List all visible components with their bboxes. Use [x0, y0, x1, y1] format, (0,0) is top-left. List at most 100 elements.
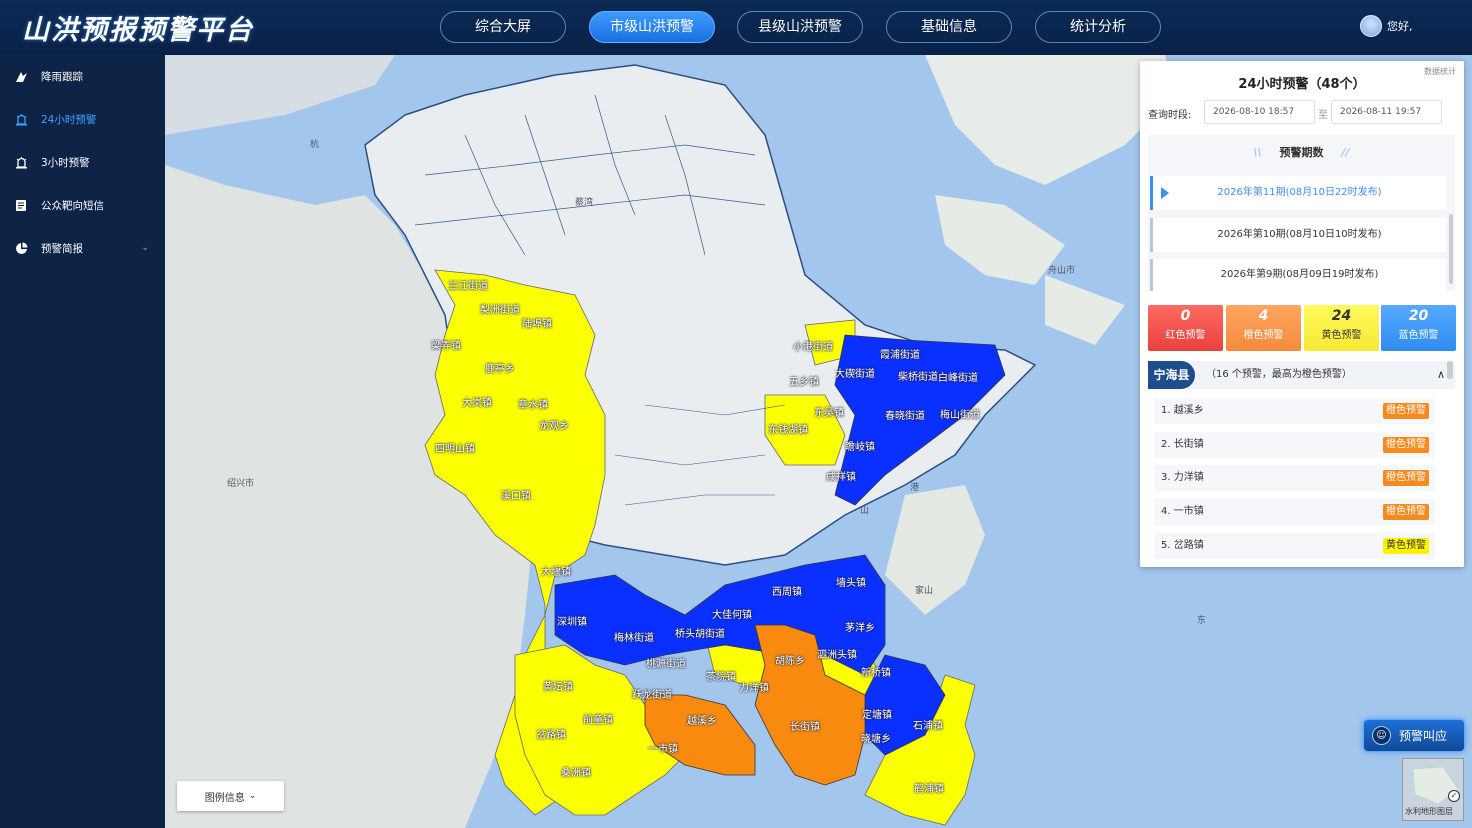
town-label[interactable]: 梨洲街道 — [480, 301, 520, 316]
town-label[interactable]: 大佳何镇 — [712, 606, 752, 621]
sidebar-item-24h-warning[interactable]: 24小时预警 — [0, 99, 165, 139]
town-label[interactable]: 小港街道 — [793, 338, 833, 353]
sidebar-item-label: 3小时预警 — [41, 156, 90, 169]
legend-button[interactable]: 图例信息 ⌄ — [177, 781, 284, 811]
town-label[interactable]: 章水镇 — [518, 396, 548, 411]
legend-label: 图例信息 — [204, 792, 245, 804]
county-name: 宁海县 — [1148, 361, 1195, 389]
town-label[interactable]: 定塘镇 — [862, 706, 892, 721]
stat-orange[interactable]: 4 橙色预警 — [1226, 305, 1301, 351]
date-to-input[interactable]: 2026-08-11 19:57 — [1331, 100, 1442, 124]
date-from-input[interactable]: 2026-08-10 18:57 — [1204, 100, 1315, 124]
period-label: 2026年第11期(08月10日22时发布) — [1217, 187, 1382, 198]
town-warning-row[interactable]: 2. 长街镇 橙色预警 — [1154, 432, 1435, 458]
nav-basic-info[interactable]: 基础信息 — [886, 11, 1012, 43]
warning-level-badge: 橙色预警 — [1383, 470, 1429, 486]
place-label: 蔡湾 — [575, 198, 594, 208]
town-label[interactable]: 墙头镇 — [836, 574, 866, 589]
town-label[interactable]: 桥头胡街道 — [675, 625, 725, 640]
county-summary: （16 个预警，最高为橙色预警） — [1206, 369, 1352, 380]
stat-label: 橙色预警 — [1243, 330, 1284, 341]
town-label[interactable]: 瞻岐镇 — [845, 438, 875, 453]
stat-count: 4 — [1258, 308, 1269, 324]
period-item[interactable]: 2026年第11期(08月10日22时发布) — [1150, 176, 1446, 210]
top-bar: 山洪预报预警平台 综合大屏 市级山洪预警 县级山洪预警 基础信息 统计分析 您好… — [0, 0, 1472, 55]
sms-icon — [14, 198, 28, 212]
town-label[interactable]: 鹤浦镇 — [914, 780, 944, 795]
town-label[interactable]: 兰江街道 — [448, 277, 488, 292]
county-header[interactable]: 宁海县 （16 个预警，最高为橙色预警） ∧ — [1148, 361, 1455, 389]
chevron-up-icon[interactable]: ∧ — [1437, 361, 1445, 389]
town-label[interactable]: 桃源街道 — [646, 655, 686, 670]
nav-county-warning[interactable]: 县级山洪预警 — [737, 11, 863, 43]
period-item[interactable]: 2026年第10期(08月10日10时发布) — [1150, 218, 1446, 252]
town-label[interactable]: 晓塘乡 — [861, 730, 891, 745]
town-label[interactable]: 一市镇 — [648, 740, 678, 755]
town-label[interactable]: 春晓街道 — [885, 407, 925, 422]
town-label[interactable]: 茶院镇 — [706, 668, 736, 683]
town-warning-row[interactable]: 5. 岔路镇 黄色预警 — [1154, 533, 1435, 559]
town-label[interactable]: 越溪乡 — [687, 712, 717, 727]
town-label[interactable]: 白峰街道 — [938, 369, 978, 384]
town-label[interactable]: 黄坛镇 — [543, 678, 573, 693]
stat-blue[interactable]: 20 蓝色预警 — [1381, 305, 1456, 351]
town-label[interactable]: 东钱湖镇 — [768, 421, 808, 436]
town-label[interactable]: 陆埠镇 — [522, 315, 552, 330]
town-warning-row[interactable]: 3. 力洋镇 橙色预警 — [1154, 465, 1435, 491]
town-label[interactable]: 岔路镇 — [536, 726, 566, 741]
period-item[interactable]: 2026年第9期(08月09日19时发布) — [1150, 259, 1446, 291]
stat-label: 蓝色预警 — [1398, 330, 1439, 341]
user-menu[interactable]: 您好, — [1360, 15, 1413, 37]
town-label[interactable]: 鹿亭乡 — [485, 360, 515, 375]
app-title: 山洪预报预警平台 — [22, 15, 254, 46]
period-list: 预警期数 2026年第11期(08月10日22时发布) 2026年第10期(08… — [1148, 135, 1455, 291]
town-label[interactable]: 大碶街道 — [835, 365, 875, 380]
sidebar-item-public-sms[interactable]: 公众靶向短信 — [0, 185, 165, 225]
town-label[interactable]: 霞浦街道 — [880, 346, 920, 361]
town-label[interactable]: 咸祥镇 — [826, 468, 856, 483]
town-warning-row[interactable]: 1. 越溪乡 橙色预警 — [1154, 398, 1435, 424]
town-label[interactable]: 力洋镇 — [739, 679, 769, 694]
town-label[interactable]: 东吴镇 — [814, 404, 844, 419]
sidebar-item-warning-brief[interactable]: 预警简报 ⌄ — [0, 228, 165, 268]
town-label[interactable]: 前童镇 — [583, 711, 613, 726]
chevron-down-icon: ⌄ — [141, 243, 149, 253]
nav-dashboard[interactable]: 综合大屏 — [440, 11, 566, 43]
place-label: 山 — [860, 506, 870, 516]
town-label[interactable]: 柴桥街道 — [898, 368, 938, 383]
panel-scrollbar[interactable] — [1447, 361, 1453, 379]
town-label[interactable]: 溪口镇 — [501, 487, 531, 502]
town-label[interactable]: 跃龙街道 — [632, 686, 672, 701]
town-label[interactable]: 五乡镇 — [789, 373, 819, 388]
town-label[interactable]: 新桥镇 — [861, 664, 891, 679]
warning-response-button[interactable]: ☺ 预警叫应 — [1363, 719, 1465, 752]
town-label[interactable]: 胡陈乡 — [775, 652, 805, 667]
sidebar-item-label: 预警简报 — [41, 242, 83, 255]
town-warning-row[interactable]: 4. 一市镇 橙色预警 — [1154, 499, 1435, 525]
town-label[interactable]: 大岚镇 — [462, 394, 492, 409]
town-label[interactable]: 茅洋乡 — [845, 619, 875, 634]
town-label[interactable]: 石浦镇 — [913, 717, 943, 732]
layer-toggle[interactable]: 水利地形图层 ✓ — [1402, 758, 1464, 821]
nav-city-warning[interactable]: 市级山洪预警 — [589, 11, 715, 43]
town-label[interactable]: 四明山镇 — [435, 440, 475, 455]
town-label[interactable]: 龙观乡 — [539, 417, 569, 432]
sidebar-item-rain-tracking[interactable]: 降雨跟踪 — [0, 56, 165, 96]
sidebar-item-3h-warning[interactable]: 3小时预警 — [0, 142, 165, 182]
nav-statistics[interactable]: 统计分析 — [1035, 11, 1161, 43]
town-label[interactable]: 长街镇 — [790, 718, 820, 733]
town-label[interactable]: 梅林街道 — [614, 629, 654, 644]
town-label[interactable]: 梁弄镇 — [431, 337, 461, 352]
town-label[interactable]: 西周镇 — [772, 583, 802, 598]
stat-yellow[interactable]: 24 黄色预警 — [1304, 305, 1379, 351]
town-label[interactable]: 大堰镇 — [541, 563, 571, 578]
town-label[interactable]: 桑洲镇 — [561, 764, 591, 779]
town-label[interactable]: 泗洲头镇 — [817, 646, 857, 661]
town-label[interactable]: 深圳镇 — [557, 613, 587, 628]
avatar — [1360, 15, 1382, 37]
place-label: 东 — [1197, 616, 1207, 626]
check-icon[interactable]: ✓ — [1448, 790, 1460, 802]
period-scrollbar[interactable] — [1449, 214, 1453, 284]
town-label[interactable]: 梅山街道 — [940, 406, 980, 421]
stat-red[interactable]: 0 红色预警 — [1148, 305, 1223, 351]
